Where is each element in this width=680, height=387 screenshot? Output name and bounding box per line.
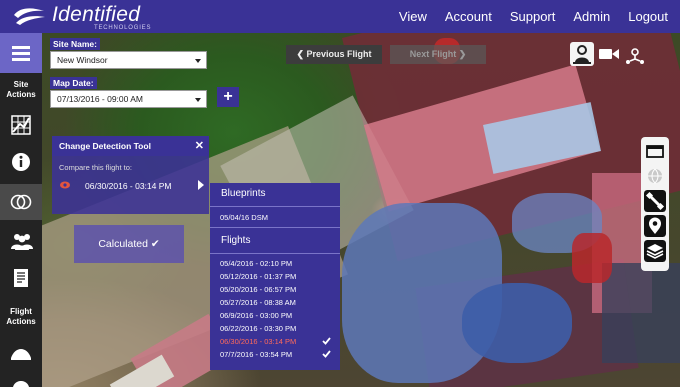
checkmark-icon [322, 337, 331, 345]
nav-view[interactable]: View [399, 9, 427, 24]
flight-item-label: 06/9/2016 - 03:00 PM [220, 311, 293, 320]
satellite-icon[interactable] [644, 190, 666, 212]
flight-action-partial-icon[interactable] [12, 378, 30, 387]
map-date-select[interactable]: 07/13/2016 - 09:00 AM [50, 90, 207, 108]
divider [210, 206, 340, 207]
flight-item-label: 05/27/2016 - 08:38 AM [220, 298, 296, 307]
map-region-fill-deep [462, 283, 572, 363]
chevron-down-icon [195, 98, 201, 102]
map-date-value: 07/13/2016 - 09:00 AM [57, 94, 144, 104]
chevron-right-icon[interactable] [198, 180, 204, 190]
site-name-select[interactable]: New Windsor [50, 51, 207, 69]
nav-support[interactable]: Support [510, 9, 556, 24]
menu-icon-bar [12, 45, 30, 49]
flight-item[interactable]: 05/20/2016 - 06:57 PM [220, 283, 335, 296]
flight-item[interactable]: 06/9/2016 - 03:00 PM [220, 309, 335, 322]
site-name-label: Site Name: [50, 38, 100, 50]
info-icon[interactable] [11, 152, 31, 172]
eye-icon[interactable] [60, 180, 70, 190]
main-nav: View Account Support Admin Logout [399, 0, 668, 33]
nav-logout[interactable]: Logout [628, 9, 668, 24]
change-detection-title-text: Change Detection Tool [59, 141, 151, 151]
add-flight-button[interactable]: + [217, 87, 239, 107]
change-detection-panel: Change Detection Tool ✕ Compare this fli… [52, 136, 209, 214]
compare-flight-dropdown: Blueprints 05/04/16 DSM Flights 05/4/201… [210, 183, 340, 370]
grid-map-icon[interactable] [11, 115, 31, 135]
brand-name: Identified [52, 3, 141, 26]
nav-account[interactable]: Account [445, 9, 492, 24]
logo-swoosh-icon [14, 8, 45, 25]
flight-item-label: 06/30/2016 - 03:14 PM [220, 337, 297, 346]
flight-item-selected[interactable]: 06/30/2016 - 03:14 PM [220, 335, 335, 348]
flight-item-label: 06/22/2016 - 03:30 PM [220, 324, 297, 333]
flights-heading: Flights [221, 235, 251, 246]
flight-item[interactable]: 05/27/2016 - 08:38 AM [220, 296, 335, 309]
users-icon[interactable] [11, 231, 33, 251]
drone-icon[interactable] [624, 43, 646, 65]
map-tool-strip [641, 137, 669, 271]
flight-item[interactable]: 07/7/2016 - 03:54 PM [220, 348, 335, 361]
flight-item-label: 05/20/2016 - 06:57 PM [220, 285, 297, 294]
map-region-shadow [602, 263, 680, 363]
menu-toggle-button[interactable] [0, 33, 42, 73]
report-icon[interactable] [11, 268, 31, 288]
menu-icon-bar [12, 57, 30, 61]
flight-item[interactable]: 06/22/2016 - 03:30 PM [220, 322, 335, 335]
plus-icon: + [223, 88, 233, 105]
checkmark-icon [322, 350, 331, 358]
site-actions-label: Site Actions [6, 80, 36, 99]
video-camera-icon[interactable] [598, 46, 620, 62]
flight-item-label: 05/4/2016 - 02:10 PM [220, 259, 293, 268]
flight-item-label: 07/7/2016 - 03:54 PM [220, 350, 293, 359]
map-pin-icon[interactable] [644, 215, 666, 237]
layers-panel-icon[interactable] [644, 140, 666, 162]
compare-flight-value[interactable]: 06/30/2016 - 03:14 PM [85, 181, 171, 191]
menu-icon-bar [12, 51, 30, 55]
site-selector-panel: Site Name: New Windsor Map Date: 07/13/2… [50, 38, 207, 110]
flight-item-label: 05/12/2016 - 01:37 PM [220, 272, 297, 281]
flight-actions-label: Flight Actions [6, 307, 36, 326]
change-detection-title: Change Detection Tool [52, 136, 209, 156]
view-tools [570, 42, 650, 66]
top-navigation-bar: Identified TECHNOLOGIES View Account Sup… [0, 0, 680, 33]
stack-icon[interactable] [644, 240, 666, 262]
person-pin-icon[interactable] [570, 42, 594, 66]
calculated-button[interactable]: Calculated ✔ [74, 225, 184, 263]
compare-circles-icon [10, 194, 32, 210]
compare-tool-button[interactable] [0, 184, 42, 220]
close-icon[interactable]: ✕ [195, 136, 204, 156]
map-region-high-change [572, 233, 612, 283]
site-name-value: New Windsor [57, 55, 108, 65]
mound-icon[interactable] [10, 341, 32, 361]
next-flight-button[interactable]: Next Flight ❯ [390, 45, 486, 64]
divider [210, 253, 340, 254]
flight-item[interactable]: 05/4/2016 - 02:10 PM [220, 257, 335, 270]
left-sidebar: Site Actions Flight Actions [0, 33, 42, 387]
compare-label: Compare this flight to: [59, 163, 132, 172]
previous-flight-button[interactable]: ❮ Previous Flight [286, 45, 382, 64]
flight-item[interactable]: 05/12/2016 - 01:37 PM [220, 270, 335, 283]
blueprints-heading: Blueprints [221, 188, 266, 199]
brand-tagline: TECHNOLOGIES [94, 25, 152, 31]
globe-icon[interactable] [644, 165, 666, 187]
divider [210, 227, 340, 228]
chevron-down-icon [195, 59, 201, 63]
nav-admin[interactable]: Admin [573, 9, 610, 24]
map-date-label: Map Date: [50, 77, 97, 89]
blueprint-item[interactable]: 05/04/16 DSM [220, 211, 335, 224]
